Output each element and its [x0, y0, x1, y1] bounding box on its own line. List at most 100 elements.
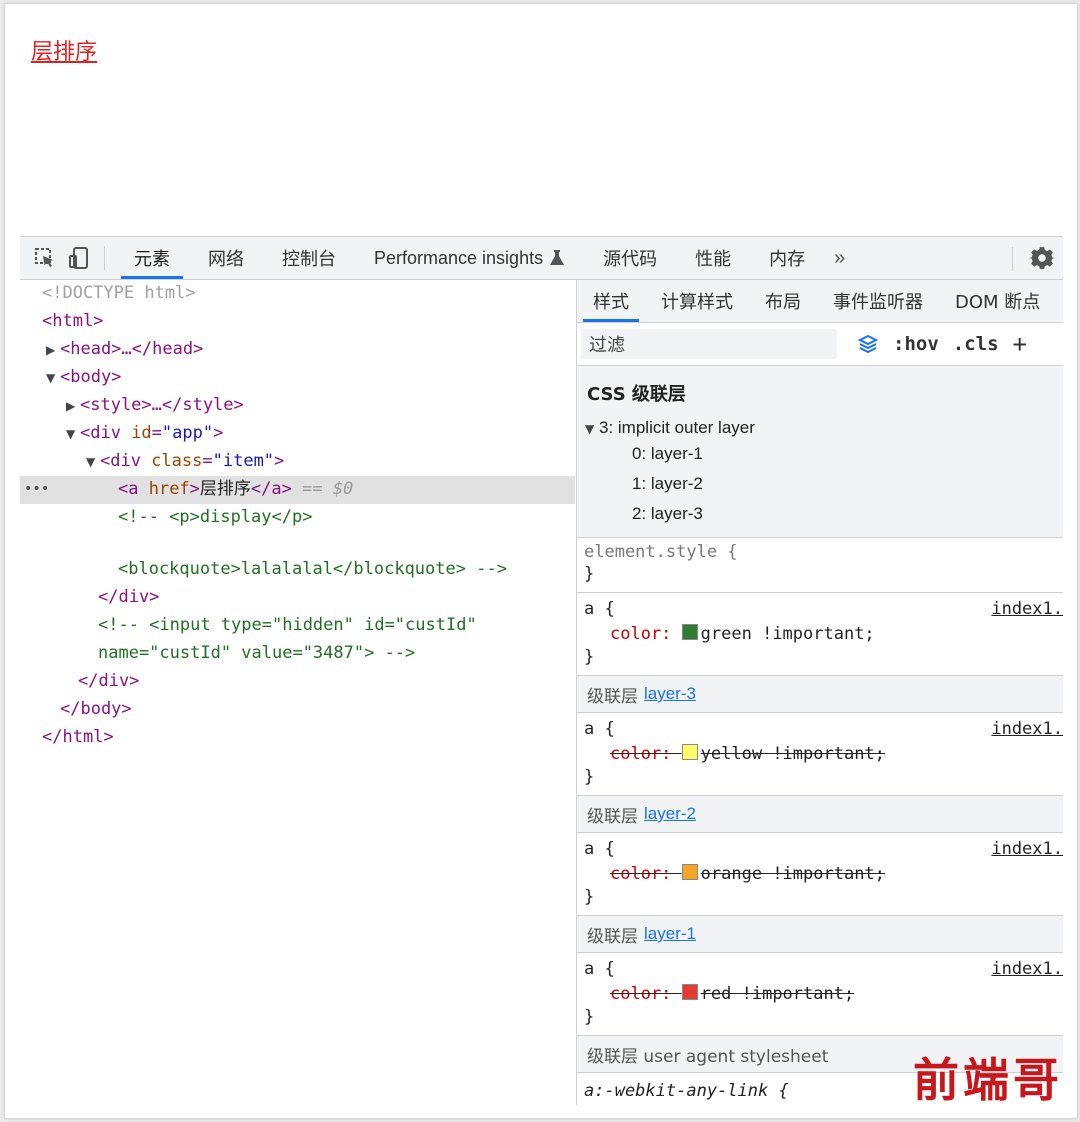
inspect-element-icon[interactable] [30, 243, 60, 273]
color-swatch[interactable] [681, 744, 698, 760]
color-swatch[interactable] [681, 864, 698, 880]
color-swatch[interactable] [681, 984, 698, 1000]
style-rule[interactable]: a { index1. color: orange !important; } [577, 833, 1063, 916]
style-rule[interactable]: a { index1. color: yellow !important; } [577, 713, 1063, 796]
tab-computed[interactable]: 计算样式 [645, 280, 749, 322]
dom-line-comment[interactable]: <blockquote>lalalalal</blockquote> --> [20, 556, 575, 584]
styles-pane: 样式 计算样式 布局 事件监听器 DOM 断点 过滤 :hov .cls + C… [577, 280, 1063, 1105]
close-brace: } [584, 647, 595, 667]
rule-selector: a { [584, 599, 615, 619]
devtools-toolbar: 元素 网络 控制台 Performance insights 源代码 性能 内存… [20, 237, 1063, 280]
dom-line-anchor-selected[interactable]: ••• <a href>层排序</a> == $0 [20, 476, 575, 504]
color-swatch[interactable] [681, 624, 698, 640]
dom-line-div-app[interactable]: ▼ <div id="app"> [20, 420, 575, 448]
tab-layout[interactable]: 布局 [749, 280, 817, 322]
collapse-triangle-icon[interactable]: ▼ [585, 422, 599, 436]
rule-selector: a { [584, 839, 615, 859]
attr-name: href [148, 479, 190, 499]
tab-console[interactable]: 控制台 [263, 237, 355, 279]
attr-value: "app" [161, 423, 214, 443]
style-rule[interactable]: a { index1. color: red !important; } [577, 953, 1063, 1036]
tab-sources[interactable]: 源代码 [584, 237, 676, 279]
dom-line-html-close[interactable]: </html> [20, 724, 575, 752]
dom-line-doctype[interactable]: <!DOCTYPE html> [20, 280, 575, 308]
tab-styles[interactable]: 样式 [577, 280, 645, 322]
cls-button[interactable]: .cls [953, 333, 999, 355]
cascade-layer-link[interactable]: layer-3 [644, 684, 696, 704]
tag-close: > [274, 451, 285, 471]
dom-line-comment[interactable]: name="custId" value="3487"> --> [20, 640, 575, 668]
close-brace: } [584, 564, 595, 584]
cascade-layer-link[interactable]: layer-2 [644, 804, 696, 824]
expand-triangle-icon[interactable]: ▶ [66, 393, 80, 421]
cascade-label: 级联层 [587, 926, 638, 947]
toolbar-separator [104, 246, 105, 270]
dom-line-div-close[interactable]: </div> [20, 584, 575, 612]
cascade-layer-header: 级联层 layer-1 [577, 916, 1063, 953]
tab-network[interactable]: 网络 [189, 237, 263, 279]
rule-source-link[interactable]: index1. [991, 959, 1063, 979]
devtools-panel: 元素 网络 控制台 Performance insights 源代码 性能 内存… [20, 236, 1063, 1105]
rule-source-link[interactable]: index1. [991, 599, 1063, 619]
flask-icon [550, 250, 565, 265]
rule-selector: a { [584, 959, 615, 979]
collapse-triangle-icon[interactable]: ▼ [46, 365, 60, 393]
tab-memory[interactable]: 内存 [750, 237, 824, 279]
tab-performance-insights-label: Performance insights [374, 247, 544, 268]
doctype-text: <!DOCTYPE html> [42, 283, 196, 303]
page-link[interactable]: 层排序 [31, 34, 97, 66]
property-value: green !important; [700, 624, 875, 644]
body-open-tag: <body> [60, 367, 122, 387]
comment-text: name="custId" value="3487"> --> [98, 643, 416, 663]
dom-line-div-item[interactable]: ▼ <div class="item"> [20, 448, 575, 476]
html-open-tag: <html> [42, 311, 104, 331]
hov-button[interactable]: :hov [893, 333, 939, 355]
tab-performance[interactable]: 性能 [676, 237, 750, 279]
layer-item[interactable]: 1: layer-2 [632, 474, 703, 494]
tab-event-listeners[interactable]: 事件监听器 [817, 280, 939, 322]
div-close-tag: </div> [78, 671, 140, 691]
property-name: color: [610, 744, 672, 764]
dom-line-head[interactable]: ▶ <head>…</head> [20, 336, 575, 364]
html-close-tag: </html> [42, 727, 114, 747]
dom-line-style[interactable]: ▶ <style>…</style> [20, 392, 575, 420]
more-options-icon[interactable]: ••• [24, 476, 49, 504]
comment-text: <!-- <p>display</p> [118, 507, 313, 527]
screenshot-frame: 层排序 元素 网络 控制台 Performance insights 源代码 性… [4, 3, 1078, 1119]
dom-line-body-close[interactable]: </body> [20, 696, 575, 724]
cascade-layer-link[interactable]: layer-1 [644, 924, 696, 944]
filter-input[interactable]: 过滤 [581, 329, 837, 359]
dom-line-body[interactable]: ▼ <body> [20, 364, 575, 392]
outer-layer-label: 3: implicit outer layer [599, 418, 755, 437]
settings-gear-icon[interactable] [1029, 245, 1055, 276]
layer-item[interactable]: 2: layer-3 [632, 504, 703, 524]
comment-text: <blockquote>lalalalal</blockquote> --> [118, 559, 507, 579]
rule-source-link[interactable]: index1. [991, 719, 1063, 739]
style-rule[interactable]: a { index1. color: green !important; } [577, 593, 1063, 676]
dom-line-html[interactable]: <html> [20, 308, 575, 336]
dom-line-div-close[interactable]: </div> [20, 668, 575, 696]
layers-toggle-icon[interactable] [857, 333, 879, 355]
layer-item[interactable]: 0: layer-1 [632, 444, 703, 464]
element-style-rule[interactable]: element.style { } [577, 538, 1063, 593]
close-brace: } [584, 887, 595, 907]
tab-elements[interactable]: 元素 [115, 237, 189, 279]
div-close-tag: </div> [98, 587, 160, 607]
rule-source-link[interactable]: index1. [991, 839, 1063, 859]
collapse-triangle-icon[interactable]: ▼ [86, 449, 100, 477]
expand-triangle-icon[interactable]: ▶ [46, 337, 60, 365]
dom-line-comment[interactable]: <!-- <input type="hidden" id="custId" [20, 612, 575, 640]
more-tabs-icon[interactable]: » [834, 247, 845, 270]
new-rule-button[interactable]: + [1013, 330, 1027, 358]
device-toggle-icon[interactable] [64, 243, 94, 273]
dom-line-comment[interactable]: <!-- <p>display</p> [20, 504, 575, 532]
collapse-triangle-icon[interactable]: ▼ [66, 421, 80, 449]
layer-tree-root[interactable]: ▼ 3: implicit outer layer [585, 418, 755, 438]
a-open-tag: <a [118, 479, 149, 499]
rule-selector: a:-webkit-any-link { [584, 1081, 789, 1101]
tab-performance-insights[interactable]: Performance insights [355, 237, 584, 279]
body-close-tag: </body> [60, 699, 132, 719]
tab-dom-breakpoints[interactable]: DOM 断点 [939, 280, 1056, 322]
styles-filter-bar: 过滤 :hov .cls + [577, 323, 1063, 366]
css-layers-title: CSS 级联层 [587, 384, 686, 405]
